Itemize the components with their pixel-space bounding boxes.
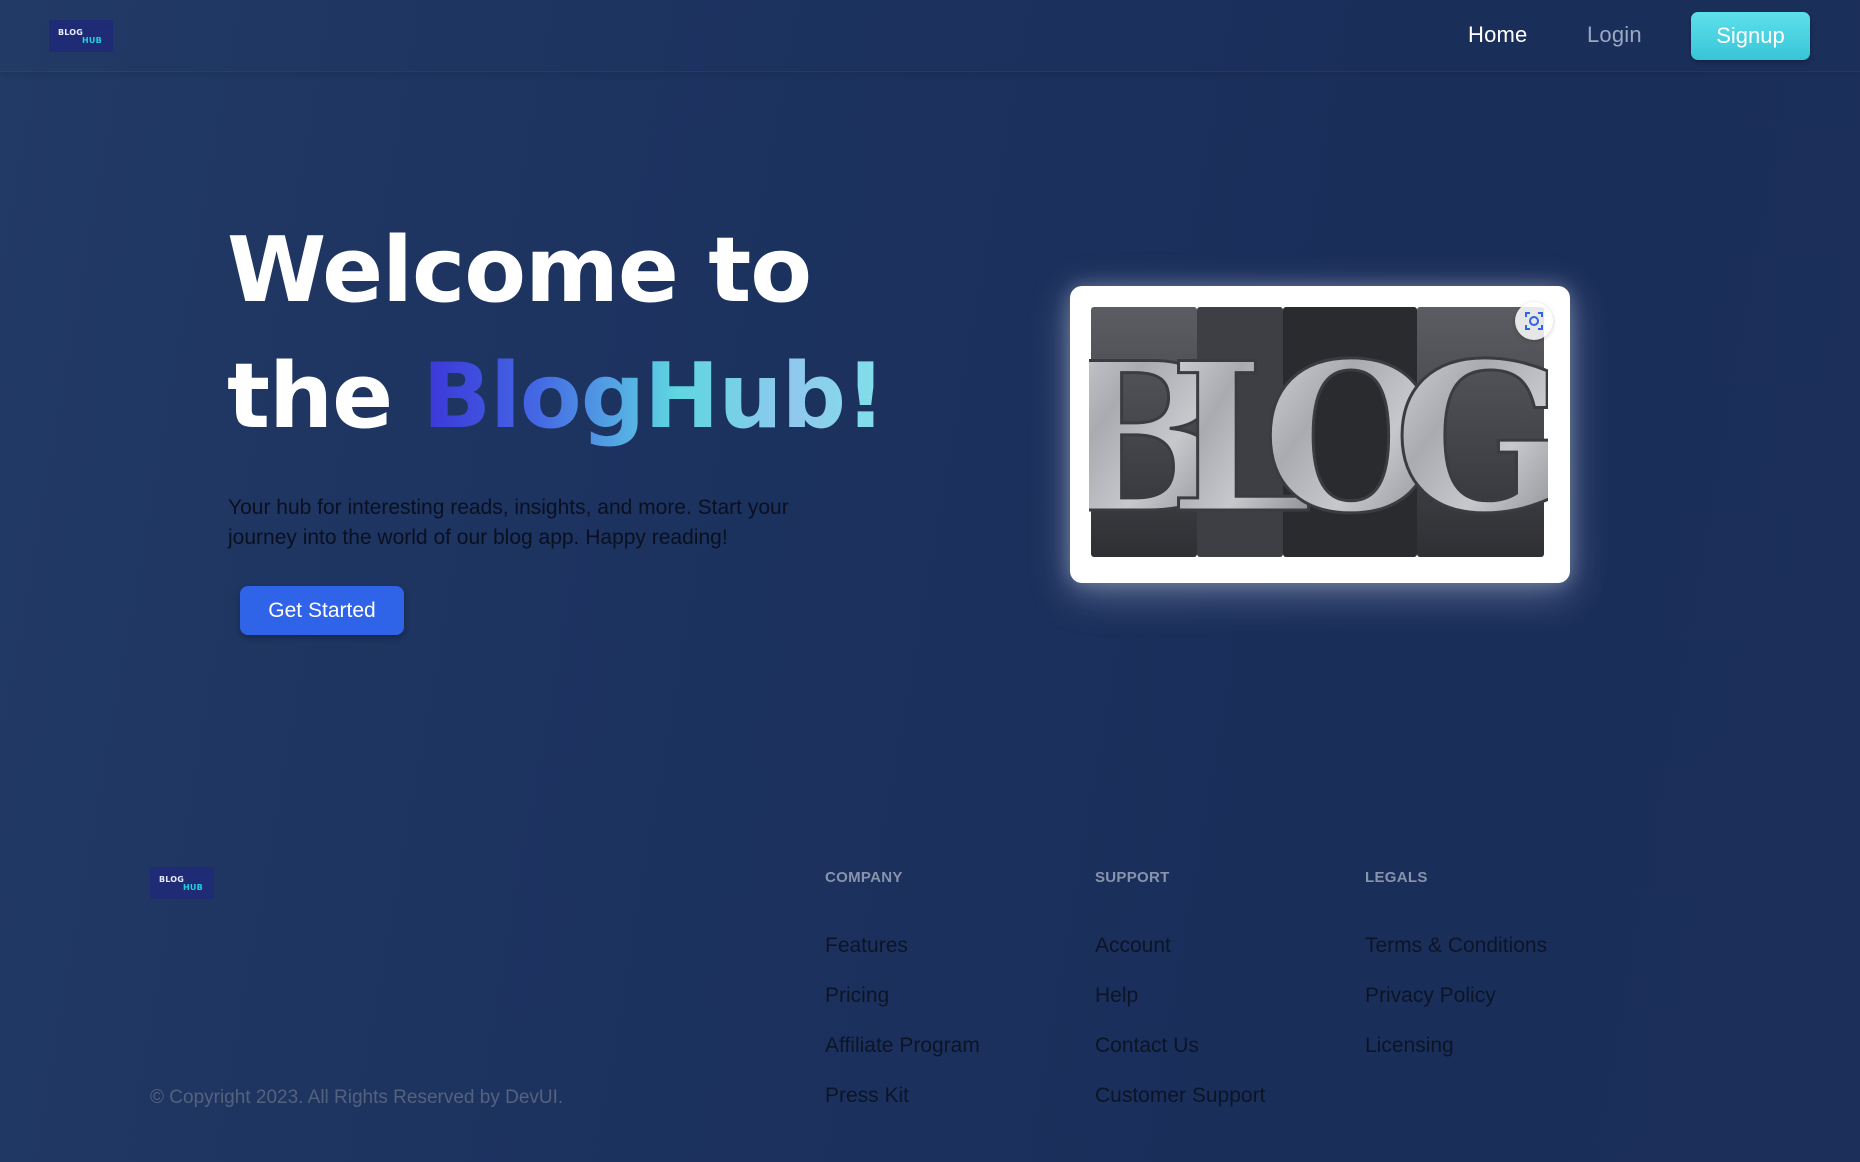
logo-text-hub: HUB [82, 36, 102, 45]
footer-link-licensing[interactable]: Licensing [1365, 1034, 1454, 1058]
signup-button[interactable]: Signup [1691, 12, 1810, 60]
footer-link-terms[interactable]: Terms & Conditions [1365, 934, 1547, 958]
visual-search-button[interactable] [1515, 302, 1553, 340]
image-letter-g: G [1393, 319, 1548, 559]
hero-description: Your hub for interesting reads, insights… [228, 496, 789, 549]
visual-search-icon [1525, 312, 1543, 330]
footer-link-contact-us[interactable]: Contact Us [1095, 1034, 1199, 1058]
footer-link-features[interactable]: Features [825, 934, 908, 958]
hero-title-line1: Welcome to [227, 218, 812, 323]
footer-link-privacy-policy[interactable]: Privacy Policy [1365, 984, 1496, 1008]
footer-bloghub-logo[interactable]: BLOG HUB [150, 867, 214, 899]
hero-title: Welcome to the BlogHub! [227, 208, 927, 460]
blog-letterpress-image: B L O G [1089, 305, 1548, 561]
footer-link-affiliate-program[interactable]: Affiliate Program [825, 1034, 980, 1058]
footer-logo-text-blog: BLOG [159, 875, 185, 884]
hero-title-brand: BlogHub! [422, 344, 886, 449]
top-navbar: BLOG HUB Home Login Signup [0, 0, 1860, 72]
logo-text-blog: BLOG [58, 28, 84, 37]
get-started-button[interactable]: Get Started [240, 586, 404, 635]
footer-heading-support: SUPPORT [1095, 869, 1170, 886]
footer-logo-text-hub: HUB [183, 883, 203, 892]
footer-link-press-kit[interactable]: Press Kit [825, 1084, 909, 1108]
bloghub-logo[interactable]: BLOG HUB [49, 20, 113, 52]
footer-heading-legals: LEGALS [1365, 869, 1428, 886]
hero-image-card: B L O G [1070, 286, 1570, 583]
footer-heading-company: COMPANY [825, 869, 903, 886]
nav-login-link[interactable]: Login [1587, 22, 1642, 48]
hero-title-line2-prefix: the [227, 344, 423, 449]
footer-link-account[interactable]: Account [1095, 934, 1171, 958]
footer-link-help[interactable]: Help [1095, 984, 1138, 1008]
footer-link-customer-support[interactable]: Customer Support [1095, 1084, 1265, 1108]
copyright-text: © Copyright 2023. All Rights Reserved by… [150, 1087, 564, 1108]
footer-link-pricing[interactable]: Pricing [825, 984, 889, 1008]
nav-home-link[interactable]: Home [1468, 22, 1528, 48]
